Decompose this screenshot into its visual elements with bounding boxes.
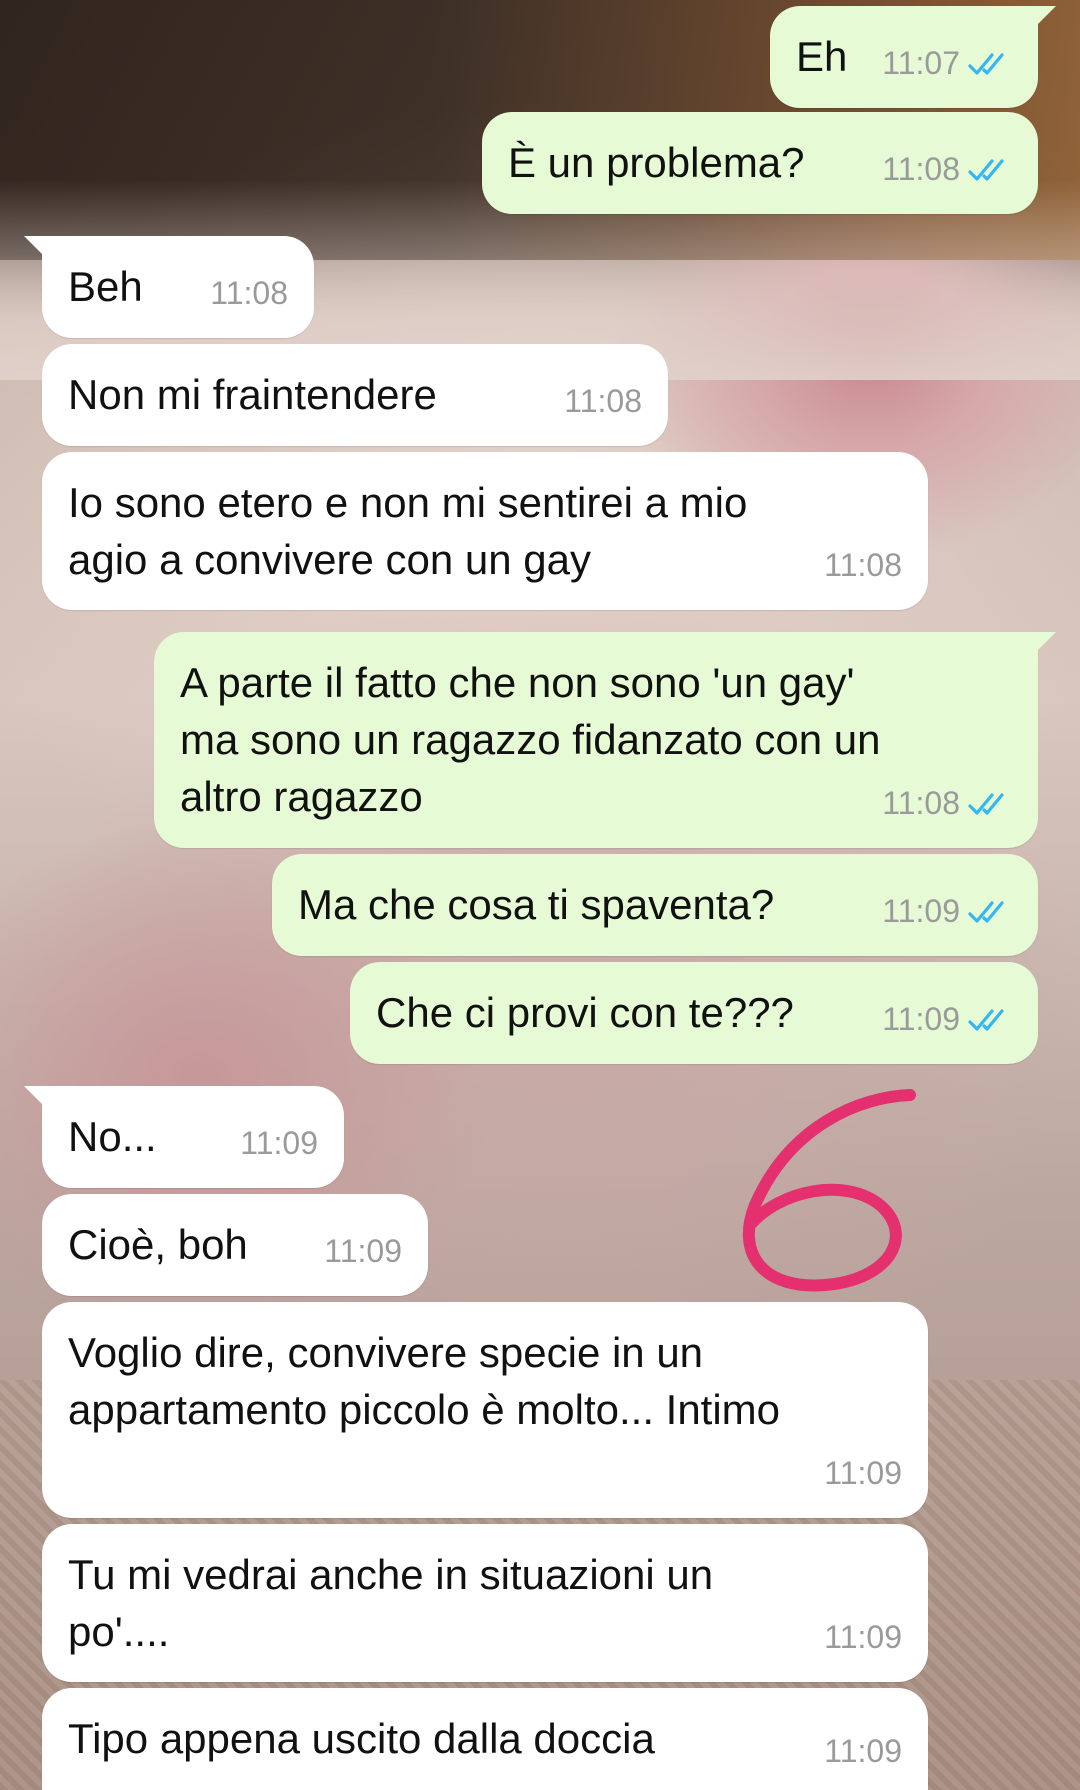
incoming-message[interactable]: Tu mi vedrai anche in situazioni un po'.… xyxy=(42,1524,928,1682)
message-meta: 11:09 xyxy=(882,883,1012,940)
double-check-read-icon xyxy=(968,157,1012,183)
incoming-message[interactable]: Voglio dire, convivere specie in un appa… xyxy=(42,1302,928,1518)
message-time: 11:09 xyxy=(824,1619,902,1655)
message-meta: 11:08 xyxy=(882,775,1012,832)
outgoing-message[interactable]: Che ci provi con te??? 11:09 xyxy=(350,962,1038,1064)
message-list[interactable]: Eh 11:07 È un problema? 11:08 Beh 11:08 … xyxy=(0,0,1080,1790)
message-time: 11:09 xyxy=(324,1233,402,1269)
message-text: A parte il fatto che non sono 'un gay' m… xyxy=(180,659,881,820)
message-text: Io sono etero e non mi sentirei a mio ag… xyxy=(68,479,748,583)
message-text: No... xyxy=(68,1113,157,1160)
message-text: Tipo appena uscito dalla doccia xyxy=(68,1715,655,1762)
outgoing-message[interactable]: Eh 11:07 xyxy=(770,6,1056,108)
message-meta: 11:09 xyxy=(824,1609,902,1666)
message-text: Voglio dire, convivere specie in un appa… xyxy=(68,1329,781,1433)
message-meta: 11:07 xyxy=(882,35,1012,92)
double-check-read-icon xyxy=(968,791,1012,817)
double-check-read-icon xyxy=(968,899,1012,925)
incoming-message[interactable]: Cioè, boh 11:09 xyxy=(42,1194,428,1296)
message-meta: 11:09 xyxy=(240,1115,318,1172)
message-text: Non mi fraintendere xyxy=(68,371,437,418)
handwritten-number-annotation xyxy=(742,1089,916,1292)
message-text: Eh xyxy=(796,33,848,80)
message-meta: 11:08 xyxy=(882,141,1012,198)
message-text: Che ci provi con te??? xyxy=(376,989,794,1036)
message-time: 11:07 xyxy=(882,45,960,81)
incoming-message[interactable]: Tipo appena uscito dalla doccia 11:09 xyxy=(42,1688,928,1790)
message-text: È un problema? xyxy=(508,139,805,186)
incoming-message[interactable]: Beh 11:08 xyxy=(24,236,314,338)
message-time: 11:08 xyxy=(824,547,902,583)
double-check-read-icon xyxy=(968,1007,1012,1033)
message-time: 11:08 xyxy=(210,275,288,311)
message-meta: 11:09 xyxy=(824,1723,902,1780)
message-text: Tu mi vedrai anche in situazioni un po'.… xyxy=(68,1551,714,1655)
incoming-message[interactable]: Io sono etero e non mi sentirei a mio ag… xyxy=(42,452,928,610)
message-meta: 11:09 xyxy=(824,1445,902,1502)
message-time: 11:08 xyxy=(882,151,960,187)
message-time: 11:08 xyxy=(882,785,960,821)
message-text: Cioè, boh xyxy=(68,1221,248,1268)
message-meta: 11:08 xyxy=(564,373,642,430)
message-time: 11:09 xyxy=(882,893,960,929)
message-text: Beh xyxy=(68,263,143,310)
message-meta: 11:08 xyxy=(824,537,902,594)
message-text: Ma che cosa ti spaventa? xyxy=(298,881,775,928)
message-time: 11:09 xyxy=(882,1001,960,1037)
incoming-message[interactable]: Non mi fraintendere 11:08 xyxy=(42,344,668,446)
message-time: 11:08 xyxy=(564,383,642,419)
incoming-message[interactable]: No... 11:09 xyxy=(24,1086,344,1188)
message-meta: 11:08 xyxy=(210,265,288,322)
message-time: 11:09 xyxy=(240,1125,318,1161)
message-meta: 11:09 xyxy=(324,1223,402,1280)
message-meta: 11:09 xyxy=(882,991,1012,1048)
message-time: 11:09 xyxy=(824,1733,902,1769)
double-check-read-icon xyxy=(968,51,1012,77)
message-time: 11:09 xyxy=(824,1455,902,1491)
outgoing-message[interactable]: Ma che cosa ti spaventa? 11:09 xyxy=(272,854,1038,956)
outgoing-message[interactable]: È un problema? 11:08 xyxy=(482,112,1038,214)
outgoing-message[interactable]: A parte il fatto che non sono 'un gay' m… xyxy=(154,632,1056,848)
